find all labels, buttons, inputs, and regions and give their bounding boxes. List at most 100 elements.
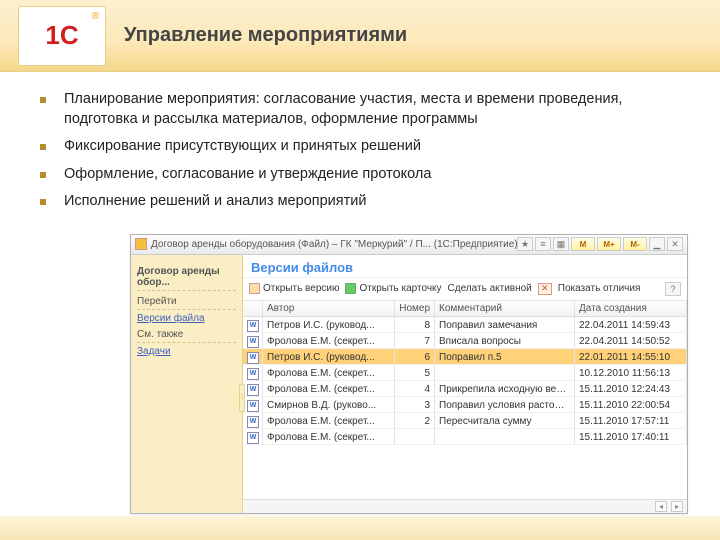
- favorite-button[interactable]: ★: [517, 237, 533, 251]
- scroll-right-button[interactable]: ▸: [671, 501, 683, 512]
- cell-comment: [435, 365, 575, 380]
- open-version-button[interactable]: Открыть версию: [249, 283, 339, 294]
- show-diff-button[interactable]: Показать отличия: [558, 283, 641, 294]
- btn-label: Открыть карточку: [359, 283, 441, 294]
- table-row[interactable]: W Петров И.С. (руковод...8Поправил замеча…: [243, 317, 687, 333]
- window-titlebar: Договор аренды оборудования (Файл) – ГК …: [131, 235, 687, 255]
- sidebar-link-versions[interactable]: Версии файла: [137, 313, 236, 324]
- word-doc-icon: W: [247, 432, 259, 444]
- scroll-left-button[interactable]: ◂: [655, 501, 667, 512]
- versions-grid: Автор Номер Комментарий Дата создания WП…: [243, 301, 687, 499]
- cell-author: Петров И.С. (руковод...: [263, 317, 395, 332]
- table-row[interactable]: WСмирнов В.Д. (руково...3Поправил услови…: [243, 397, 687, 413]
- cell-comment: [435, 429, 575, 444]
- document-icon: [135, 238, 147, 250]
- footer-band: [0, 516, 720, 540]
- sidebar-section-seealso: См. также: [137, 327, 236, 343]
- main-panel: Версии файлов Открыть версию Открыть кар…: [243, 255, 687, 513]
- nav-sidebar: Договор аренды обор... Перейти Версии фа…: [131, 255, 243, 513]
- logo-1c: 1C ®: [18, 6, 106, 66]
- memory-m-button[interactable]: M: [571, 237, 595, 251]
- cell-author: Фролова Е.М. (секрет...: [263, 413, 395, 428]
- grid-header-icon[interactable]: [243, 301, 263, 316]
- bullet-list: Планирование мероприятия: согласование у…: [0, 72, 720, 232]
- table-row[interactable]: WФролова Е.М. (секрет...15.11.2010 17:40…: [243, 429, 687, 445]
- bullet-item: Планирование мероприятия: согласование у…: [40, 90, 694, 129]
- cell-date: 15.11.2010 12:24:43: [575, 381, 687, 396]
- table-row[interactable]: WФролова Е.М. (секрет...2Пересчитала сум…: [243, 413, 687, 429]
- table-row[interactable]: WПетров И.С. (руковод...6Поправил п.522.…: [243, 349, 687, 365]
- toolbar: Открыть версию Открыть карточку Сделать …: [243, 278, 687, 301]
- sidebar-link-tasks[interactable]: Задачи: [137, 346, 236, 357]
- open-card-button[interactable]: Открыть карточку: [345, 283, 441, 294]
- statusbar: ◂ ▸: [243, 499, 687, 513]
- word-doc-icon: W: [247, 320, 259, 332]
- cell-date: 15.11.2010 17:57:11: [575, 413, 687, 428]
- btn-label: Открыть версию: [263, 283, 339, 294]
- window-title: Договор аренды оборудования (Файл) – ГК …: [151, 239, 517, 250]
- cell-date: 15.11.2010 22:00:54: [575, 397, 687, 412]
- cell-number: 6: [395, 349, 435, 364]
- bullet-text: Планирование мероприятия: согласование у…: [64, 90, 694, 129]
- grid-header-comment[interactable]: Комментарий: [435, 301, 575, 316]
- bullet-item: Фиксирование присутствующих и принятых р…: [40, 137, 694, 157]
- memory-mplus-button[interactable]: M+: [597, 237, 621, 251]
- cell-comment: Вписала вопросы: [435, 333, 575, 348]
- cell-comment: Поправил п.5: [435, 349, 575, 364]
- bullet-square-icon: [40, 199, 46, 205]
- calc-button[interactable]: ▦: [553, 237, 569, 251]
- grid-header-date[interactable]: Дата создания: [575, 301, 687, 316]
- grid-header-author[interactable]: Автор: [263, 301, 395, 316]
- grid-header: Автор Номер Комментарий Дата создания: [243, 301, 687, 317]
- table-row[interactable]: WФролова Е.М. (секрет...4Прикрепила исхо…: [243, 381, 687, 397]
- cell-number: 2: [395, 413, 435, 428]
- cell-date: 22.04.2011 14:59:43: [575, 317, 687, 332]
- cell-author: Фролова Е.М. (секрет...: [263, 429, 395, 444]
- logo-registered-icon: ®: [92, 11, 99, 22]
- help-button[interactable]: ?: [665, 282, 681, 296]
- table-row[interactable]: W Фролова Е.М. (секрет...5 10.12.2010 11:5…: [243, 365, 687, 381]
- pencil-icon: [345, 283, 356, 294]
- cell-author: Фролова Е.М. (секрет...: [263, 333, 395, 348]
- memory-mminus-button[interactable]: M-: [623, 237, 647, 251]
- cell-number: 3: [395, 397, 435, 412]
- word-doc-icon: W: [247, 368, 259, 380]
- titlebar-button-group: ★ ≡ ▦ M M+ M- ▁ ✕: [517, 237, 683, 251]
- app-window: Договор аренды оборудования (Файл) – ГК …: [130, 234, 688, 514]
- sidebar-collapse-handle[interactable]: ⋮: [239, 384, 245, 412]
- bullet-text: Оформление, согласование и утверждение п…: [64, 165, 431, 185]
- grid-header-number[interactable]: Номер: [395, 301, 435, 316]
- cell-author: Смирнов В.Д. (руково...: [263, 397, 395, 412]
- document-open-icon: [249, 283, 260, 294]
- sidebar-context-title: Договор аренды обор...: [137, 264, 236, 291]
- btn-label: Сделать активной: [448, 283, 532, 294]
- cell-comment: Прикрепила исходную версию: [435, 381, 575, 396]
- print-button[interactable]: ≡: [535, 237, 551, 251]
- bullet-text: Фиксирование присутствующих и принятых р…: [64, 137, 421, 157]
- cell-date: 10.12.2010 11:56:13: [575, 365, 687, 380]
- cell-author: Фролова Е.М. (секрет...: [263, 365, 395, 380]
- cell-comment: Поправил замечания: [435, 317, 575, 332]
- cell-number: 4: [395, 381, 435, 396]
- table-row[interactable]: WФролова Е.М. (секрет...7Вписала вопросы…: [243, 333, 687, 349]
- close-button[interactable]: ✕: [667, 237, 683, 251]
- cell-comment: Поправил условия расторжения: [435, 397, 575, 412]
- cell-number: [395, 429, 435, 444]
- cell-number: 8: [395, 317, 435, 332]
- bullet-square-icon: [40, 97, 46, 103]
- panel-title: Версии файлов: [243, 255, 687, 278]
- bullet-text: Исполнение решений и анализ мероприятий: [64, 192, 366, 212]
- grid-body: W Петров И.С. (руковод...8Поправил замеча…: [243, 317, 687, 445]
- minimize-button[interactable]: ▁: [649, 237, 665, 251]
- cell-comment: Пересчитала сумму: [435, 413, 575, 428]
- delete-button[interactable]: ✕: [538, 283, 552, 295]
- make-active-button[interactable]: Сделать активной: [448, 283, 532, 294]
- bullet-square-icon: [40, 144, 46, 150]
- cell-date: 22.01.2011 14:55:10: [575, 349, 687, 364]
- cell-number: 5: [395, 365, 435, 380]
- bullet-square-icon: [40, 172, 46, 178]
- logo-text: 1C: [45, 20, 78, 51]
- bullet-item: Оформление, согласование и утверждение п…: [40, 165, 694, 185]
- window-body: Договор аренды обор... Перейти Версии фа…: [131, 255, 687, 513]
- btn-label: Показать отличия: [558, 283, 641, 294]
